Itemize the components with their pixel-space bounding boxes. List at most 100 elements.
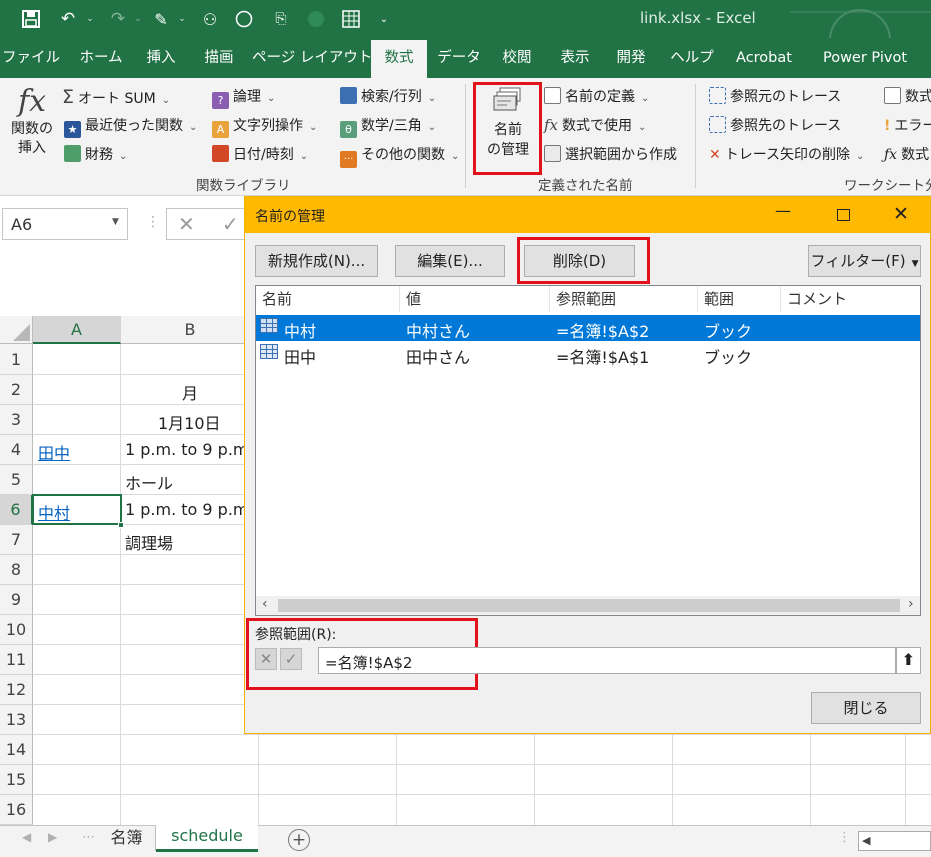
logical-button[interactable]: ? 論理 ⌄ (212, 86, 275, 109)
list-header-name[interactable]: 名前 (256, 286, 400, 312)
list-header-refers-to[interactable]: 参照範囲 (550, 286, 698, 312)
column-header-a[interactable]: A (33, 316, 121, 344)
column-header-b[interactable]: B (121, 316, 260, 344)
redo-dropdown-icon[interactable]: ⌄ (132, 0, 144, 38)
edit-name-button[interactable]: 編集(E)... (395, 245, 505, 277)
form-dropdown-icon[interactable]: ⌄ (176, 0, 188, 38)
row-header-4[interactable]: 4 (0, 435, 33, 465)
filter-button[interactable]: フィルター(F) ▼ (808, 245, 921, 277)
cell-b5[interactable]: ホール (125, 470, 173, 494)
cell-b2[interactable]: 月 (182, 380, 198, 404)
list-horizontal-scrollbar[interactable]: ‹ › (256, 596, 920, 615)
cell-b7[interactable]: 調理場 (125, 530, 173, 554)
customize-qat-icon[interactable]: ⌄ (376, 0, 392, 38)
fill-handle[interactable] (118, 522, 124, 528)
trace-dependents-button[interactable]: 参照先のトレース (709, 115, 841, 135)
cell-b3[interactable]: 1月10日 (158, 410, 221, 434)
close-dialog-button[interactable]: 閉じる (811, 692, 921, 724)
tab-data[interactable]: データ (432, 38, 486, 78)
name-manager-button[interactable]: 名前 の管理 (478, 86, 538, 170)
camera-icon[interactable]: ⎘ (268, 0, 294, 38)
sheet-prev-icon[interactable]: ◀ (22, 830, 31, 844)
sheet-tab-roster[interactable]: 名簿 (98, 826, 156, 851)
cell-a6-link[interactable]: 中村 (38, 500, 70, 524)
scroll-left-icon[interactable]: ‹ (262, 596, 268, 612)
names-list[interactable]: 名前 値 参照範囲 範囲 コメント 中村 中村さん =名簿!$A$2 ブック 田… (255, 285, 921, 616)
sheet-more-icon[interactable]: ⋯ (82, 830, 95, 845)
financial-button[interactable]: 財務 ⌄ (64, 144, 127, 164)
scroll-right-icon[interactable]: › (908, 596, 914, 612)
delete-name-button[interactable]: 削除(D) (524, 245, 635, 277)
autosum-button[interactable]: Σ オート SUM ⌄ (62, 86, 170, 108)
math-button[interactable]: θ 数学/三角 ⌄ (340, 115, 436, 138)
cell-a4-link[interactable]: 田中 (38, 440, 70, 464)
list-row[interactable]: 田中 田中さん =名簿!$A$1 ブック (256, 341, 920, 367)
tab-file[interactable]: ファイル (0, 38, 62, 78)
sheet-next-icon[interactable]: ▶ (48, 830, 57, 844)
row-header-3[interactable]: 3 (0, 405, 33, 435)
table-icon[interactable] (338, 0, 364, 38)
toggle-circle-icon[interactable] (304, 0, 328, 38)
circle-icon[interactable] (232, 0, 256, 38)
tab-power-pivot[interactable]: Power Pivot (810, 38, 920, 78)
name-box-dropdown-icon[interactable]: ▼ (112, 217, 119, 227)
tab-insert[interactable]: 挿入 (136, 38, 186, 78)
cancel-edit-icon[interactable]: ✕ (255, 648, 277, 670)
error-checking-button[interactable]: ! エラー (884, 115, 931, 135)
remove-arrows-button[interactable]: ✕ トレース矢印の削除 ⌄ (709, 144, 864, 164)
maximize-icon[interactable] (837, 209, 850, 221)
scroll-thumb[interactable] (278, 599, 900, 612)
form-icon[interactable]: ✎ (148, 0, 174, 38)
tab-draw[interactable]: 描画 (192, 38, 246, 78)
select-all-corner[interactable] (0, 316, 33, 344)
tab-home[interactable]: ホーム (70, 38, 132, 78)
use-in-formula-button[interactable]: fx 数式で使用 ⌄ (544, 115, 646, 135)
tab-formulas[interactable]: 数式 (371, 40, 427, 78)
datetime-button[interactable]: 日付/時刻 ⌄ (212, 144, 308, 164)
tab-developer[interactable]: 開発 (606, 38, 656, 78)
list-row-selected[interactable]: 中村 中村さん =名簿!$A$2 ブック (256, 315, 920, 341)
redo-icon[interactable]: ↷ (104, 0, 132, 38)
define-name-button[interactable]: 名前の定義 ⌄ (544, 86, 649, 106)
evaluate-formula-button[interactable]: ƒx 数式 (884, 144, 929, 164)
tab-page-layout[interactable]: ページ レイアウト (252, 38, 372, 78)
row-header-2[interactable]: 2 (0, 375, 33, 405)
row-header-8[interactable]: 8 (0, 555, 33, 585)
lookup-button[interactable]: 検索/行列 ⌄ (340, 86, 436, 106)
row-header-11[interactable]: 11 (0, 645, 33, 675)
minimize-icon[interactable]: — (775, 201, 791, 220)
cancel-entry-icon[interactable]: ✕ (178, 212, 195, 236)
person-add-icon[interactable]: ⚇ (198, 0, 222, 38)
row-header-16[interactable]: 16 (0, 795, 33, 825)
recently-used-button[interactable]: ★ 最近使った関数 ⌄ (64, 115, 197, 138)
add-sheet-icon[interactable]: + (288, 829, 310, 851)
close-icon[interactable]: ✕ (893, 203, 909, 225)
row-header-15[interactable]: 15 (0, 765, 33, 795)
horizontal-scrollbar[interactable]: ◀ (858, 831, 931, 851)
row-header-13[interactable]: 13 (0, 705, 33, 735)
undo-icon[interactable]: ↶ (54, 0, 82, 38)
cell-b6[interactable]: 1 p.m. to 9 p.m (125, 500, 249, 519)
save-icon[interactable] (18, 0, 44, 38)
insert-function-button[interactable]: fx 関数の 挿入 (8, 84, 56, 170)
row-header-5[interactable]: 5 (0, 465, 33, 495)
trace-precedents-button[interactable]: 参照元のトレース (709, 86, 841, 106)
tab-review[interactable]: 校閲 (492, 38, 542, 78)
list-header-scope[interactable]: 範囲 (698, 286, 781, 312)
row-header-9[interactable]: 9 (0, 585, 33, 615)
name-box[interactable]: A6 (2, 208, 128, 240)
tab-help[interactable]: ヘルプ (664, 38, 720, 78)
list-header-value[interactable]: 値 (400, 286, 550, 312)
scroll-left-icon[interactable]: ◀ (862, 834, 870, 847)
row-header-14[interactable]: 14 (0, 735, 33, 765)
list-header-comment[interactable]: コメント (781, 286, 920, 312)
row-header-7[interactable]: 7 (0, 525, 33, 555)
create-from-selection-button[interactable]: 選択範囲から作成 (544, 144, 677, 164)
refers-to-input[interactable]: =名簿!$A$2 (318, 647, 896, 674)
text-button[interactable]: A 文字列操作 ⌄ (212, 115, 317, 138)
row-header-12[interactable]: 12 (0, 675, 33, 705)
more-functions-button[interactable]: ··· その他の関数 ⌄ (340, 144, 459, 168)
undo-dropdown-icon[interactable]: ⌄ (84, 0, 96, 38)
tab-acrobat[interactable]: Acrobat (728, 38, 800, 78)
confirm-entry-icon[interactable]: ✓ (222, 212, 239, 236)
